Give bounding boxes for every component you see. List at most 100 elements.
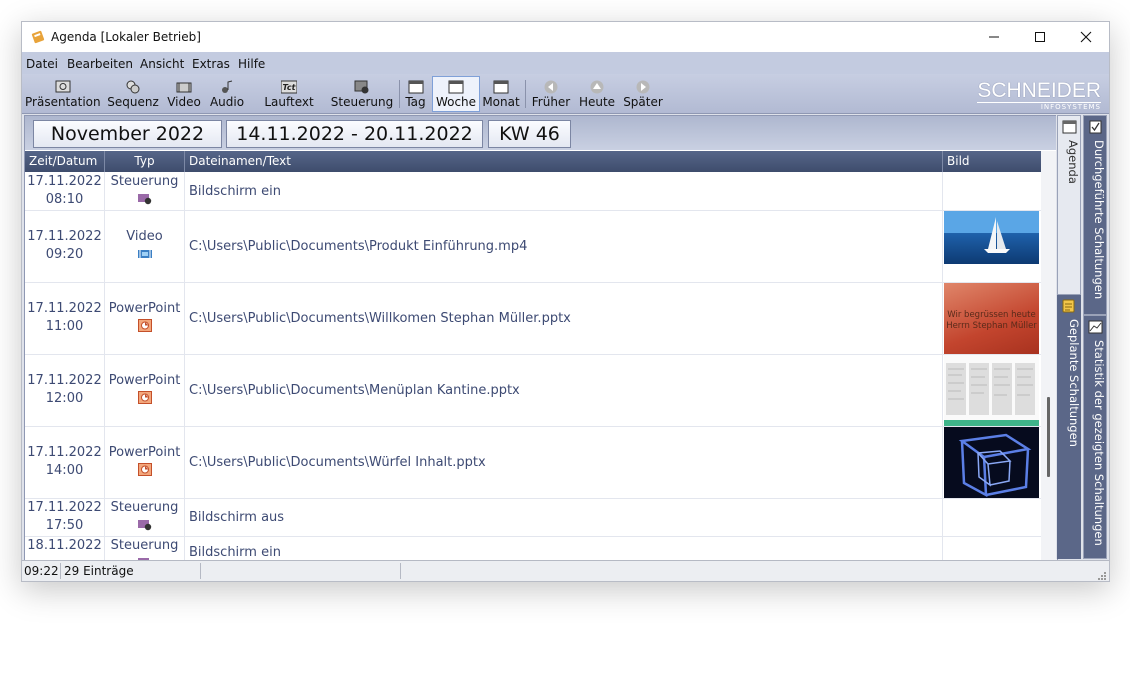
date-cell: 17.11.2022 12:00 xyxy=(25,355,105,426)
row-date: 18.11.2022 xyxy=(27,538,102,553)
day-icon xyxy=(408,80,423,94)
today-label: Heute xyxy=(578,95,616,109)
tab-agenda[interactable]: Agenda xyxy=(1057,115,1081,295)
image-cell xyxy=(943,355,1041,426)
month-label: Monat xyxy=(482,95,520,109)
row-date: 17.11.2022 xyxy=(27,500,102,515)
tab-statistik[interactable]: Statistik der gezeigten Schaltungen xyxy=(1083,315,1107,559)
col-typ[interactable]: Typ xyxy=(105,151,185,172)
table-row[interactable]: 17.11.2022 09:20 Video C:\Users\Public\Do… xyxy=(25,211,1041,283)
row-date: 17.11.2022 xyxy=(27,301,102,316)
image-cell xyxy=(943,537,1041,560)
toolbar-separator xyxy=(399,80,400,108)
row-type: PowerPoint xyxy=(108,373,181,388)
week-label: Woche xyxy=(435,95,477,109)
title-bar[interactable]: Agenda [Lokaler Betrieb] xyxy=(22,22,1109,52)
sequence-button[interactable]: Sequenz xyxy=(106,77,160,111)
week-view-button[interactable]: Woche xyxy=(432,76,480,112)
maximize-button[interactable] xyxy=(1017,22,1063,52)
row-time: 12:00 xyxy=(45,391,84,406)
presentation-label: Präsentation xyxy=(25,95,101,109)
table-row[interactable]: 17.11.2022 17:50 Steuerung Bildschirm aus xyxy=(25,499,1041,537)
close-button[interactable] xyxy=(1063,22,1109,52)
type-cell: PowerPoint xyxy=(105,355,185,426)
today-button[interactable]: Heute xyxy=(578,77,616,111)
image-cell: Wir begrüssen heute Herrn Stephan Müller xyxy=(943,283,1041,354)
toolbar: Präsentation Sequenz Video Audio Tct Lau… xyxy=(22,74,1109,114)
month-view-button[interactable]: Monat xyxy=(482,77,520,111)
status-separator xyxy=(60,563,61,579)
table-row[interactable]: 17.11.2022 08:10 Steuerung Bildschirm ein xyxy=(25,172,1041,211)
audio-button[interactable]: Audio xyxy=(208,77,246,111)
scrollbar-thumb[interactable] xyxy=(1047,397,1050,477)
text-cell: Bildschirm ein xyxy=(185,172,943,210)
video-icon xyxy=(137,250,152,258)
resize-grip-icon[interactable] xyxy=(1097,571,1107,581)
thumb-line: Herrn Stephan Müller xyxy=(946,321,1037,331)
date-cell: 17.11.2022 14:00 xyxy=(25,427,105,498)
sequence-label: Sequenz xyxy=(107,95,159,109)
col-dateinamen-text[interactable]: Dateinamen/Text xyxy=(185,151,943,172)
control-icon xyxy=(137,520,151,531)
earlier-label: Früher xyxy=(531,95,571,109)
cube-thumbnail xyxy=(944,427,1039,498)
earlier-button[interactable]: Früher xyxy=(530,77,572,111)
image-cell xyxy=(943,172,1041,210)
minimize-button[interactable] xyxy=(971,22,1017,52)
date-cell: 17.11.2022 09:20 xyxy=(25,211,105,282)
logo-name: SCHNEIDER xyxy=(977,79,1101,102)
later-label: Später xyxy=(623,95,663,109)
later-button[interactable]: Später xyxy=(622,77,664,111)
vertical-scrollbar[interactable] xyxy=(1041,151,1057,560)
svg-text:Tct: Tct xyxy=(283,83,297,92)
tab-statistik-label: Statistik der gezeigten Schaltungen xyxy=(1092,340,1106,546)
ticker-button[interactable]: Tct Lauftext xyxy=(262,77,316,111)
date-cell: 17.11.2022 11:00 xyxy=(25,283,105,354)
date-cell: 17.11.2022 17:50 xyxy=(25,499,105,536)
day-view-button[interactable]: Tag xyxy=(403,77,428,111)
date-cell: 18.11.2022 xyxy=(25,537,105,560)
column-header: Zeit/Datum Typ Dateinamen/Text Bild xyxy=(25,151,1041,172)
row-date: 17.11.2022 xyxy=(27,445,102,460)
col-bild[interactable]: Bild xyxy=(943,151,1041,172)
row-type: Steuerung xyxy=(110,500,179,515)
menu-thumbnail xyxy=(944,355,1039,426)
text-cell: C:\Users\Public\Documents\Willkomen Step… xyxy=(185,283,943,354)
row-type: Video xyxy=(126,229,163,244)
menu-extras[interactable]: Extras xyxy=(192,57,230,71)
month-box: November 2022 xyxy=(33,120,222,148)
tab-durchgefuehrte-schaltungen[interactable]: Durchgeführte Schaltungen xyxy=(1083,115,1107,315)
status-entries: 29 Einträge xyxy=(64,564,134,578)
day-label: Tag xyxy=(405,95,426,109)
control-label: Steuerung xyxy=(330,95,394,109)
table-row[interactable]: 18.11.2022 Steuerung Bildschirm ein xyxy=(25,537,1041,560)
text-cell: C:\Users\Public\Documents\Produkt Einfüh… xyxy=(185,211,943,282)
ticker-icon: Tct xyxy=(281,80,297,94)
menu-hilfe[interactable]: Hilfe xyxy=(238,57,265,71)
table-row[interactable]: 17.11.2022 14:00 PowerPoint C:\Users\Publ… xyxy=(25,427,1041,499)
welcome-thumbnail: Wir begrüssen heute Herrn Stephan Müller xyxy=(944,283,1039,354)
row-date: 17.11.2022 xyxy=(27,174,102,189)
col-zeit-datum[interactable]: Zeit/Datum xyxy=(25,151,105,172)
powerpoint-icon xyxy=(137,463,152,476)
row-date: 17.11.2022 xyxy=(27,373,102,388)
image-cell xyxy=(943,211,1041,282)
side-tabs: Agenda Geplante Schaltungen Durchgeführt… xyxy=(1056,115,1109,559)
menu-ansicht[interactable]: Ansicht xyxy=(140,57,184,71)
control-button[interactable]: Steuerung xyxy=(330,77,394,111)
menu-bearbeiten[interactable]: Bearbeiten xyxy=(67,57,133,71)
video-button[interactable]: Video xyxy=(166,77,202,111)
presentation-button[interactable]: Präsentation xyxy=(25,77,101,111)
text-cell: C:\Users\Public\Documents\Menüplan Kanti… xyxy=(185,355,943,426)
tab-geplante-label: Geplante Schaltungen xyxy=(1067,319,1081,447)
presentation-icon xyxy=(55,80,70,93)
table-row[interactable]: 17.11.2022 11:00 PowerPoint C:\Users\Publ… xyxy=(25,283,1041,355)
menu-bar: Datei Bearbeiten Ansicht Extras Hilfe xyxy=(22,52,1109,74)
menu-datei[interactable]: Datei xyxy=(26,57,58,71)
tab-geplante-schaltungen[interactable]: Geplante Schaltungen xyxy=(1057,295,1081,559)
app-icon xyxy=(31,30,45,44)
audio-label: Audio xyxy=(209,95,245,109)
row-time: 14:00 xyxy=(45,463,84,478)
logo-subtitle: INFOSYSTEMS xyxy=(977,102,1101,111)
table-row[interactable]: 17.11.2022 12:00 PowerPoint C:\Users\Publ… xyxy=(25,355,1041,427)
